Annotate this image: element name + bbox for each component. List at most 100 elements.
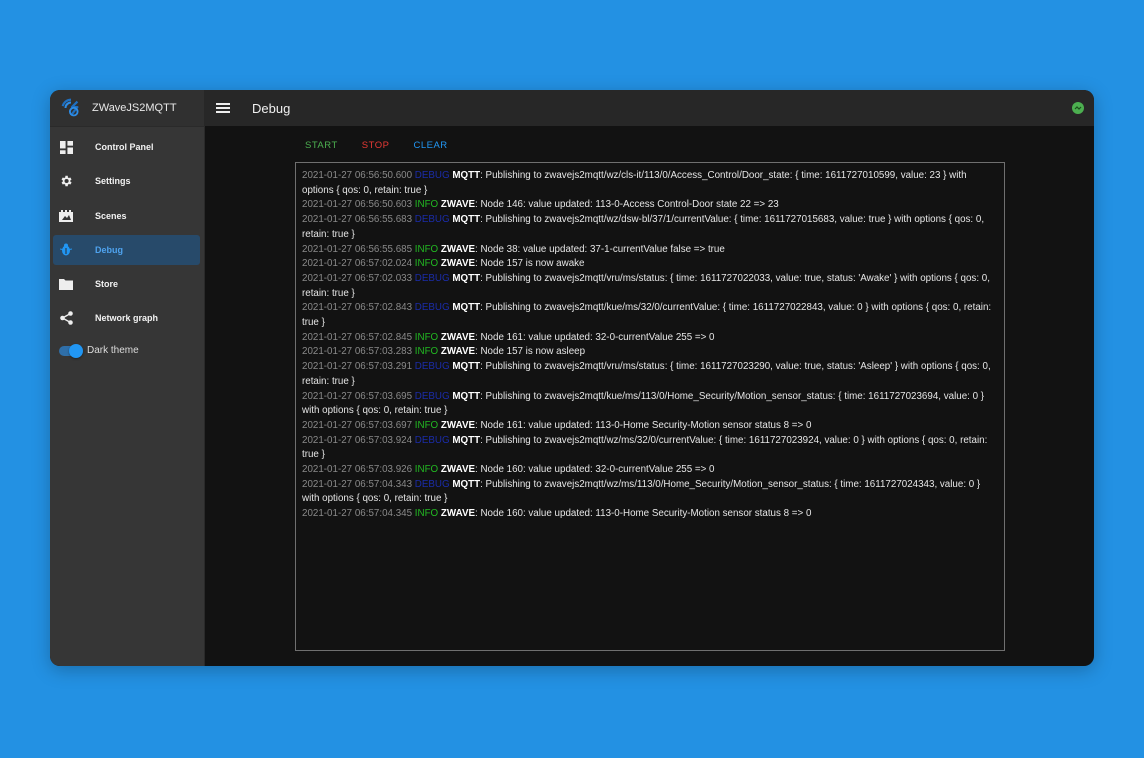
share-icon <box>59 311 73 326</box>
sidebar-item-store[interactable]: Store <box>53 269 200 299</box>
log-level: INFO <box>414 464 439 476</box>
log-module: MQTT <box>452 272 481 284</box>
log-message: : Node 157 is now asleep <box>475 346 586 358</box>
sidebar-item-debug[interactable]: Debug <box>53 234 200 265</box>
debug-log-output[interactable]: 2021-01-27 06:56:50.600 DEBUG MQTT: Publ… <box>295 162 1005 651</box>
sidebar-item-label: Network graph <box>95 313 159 324</box>
log-timestamp: 2021-01-27 06:57:02.024 <box>302 258 413 270</box>
log-line: 2021-01-27 06:57:03.283 INFO ZWAVE: Node… <box>302 345 998 360</box>
log-module: ZWAVE <box>440 258 476 270</box>
log-module: ZWAVE <box>440 464 476 476</box>
dark-theme-label: Dark theme <box>87 345 139 357</box>
sidebar-item-label: Scenes <box>95 210 127 221</box>
log-timestamp: 2021-01-27 06:57:03.695 <box>302 390 413 402</box>
log-line: 2021-01-27 06:57:03.924 DEBUG MQTT: Publ… <box>302 434 998 463</box>
log-module: ZWAVE <box>440 508 476 520</box>
log-message: : Node 146: value updated: 113-0-Access … <box>475 199 779 211</box>
log-timestamp: 2021-01-27 06:57:02.845 <box>302 331 413 343</box>
log-level: DEBUG <box>414 214 450 226</box>
brand: ZWaveJS2MQTT <box>50 90 204 127</box>
log-line: 2021-01-27 06:56:50.603 INFO ZWAVE: Node… <box>302 198 998 213</box>
log-line: 2021-01-27 06:57:03.697 INFO ZWAVE: Node… <box>302 419 998 434</box>
log-module: MQTT <box>452 390 481 402</box>
log-line: 2021-01-27 06:57:02.845 INFO ZWAVE: Node… <box>302 331 998 346</box>
log-level: DEBUG <box>414 390 450 402</box>
hamburger-menu-icon[interactable] <box>216 102 230 114</box>
log-timestamp: 2021-01-27 06:57:02.033 <box>302 272 413 284</box>
log-line: 2021-01-27 06:57:02.033 DEBUG MQTT: Publ… <box>302 272 998 301</box>
sidebar-item-scenes[interactable]: Scenes <box>53 201 200 231</box>
log-message: : Node 157 is now awake <box>475 258 585 270</box>
log-timestamp: 2021-01-27 06:57:03.697 <box>302 419 413 431</box>
log-level: DEBUG <box>414 272 450 284</box>
log-timestamp: 2021-01-27 06:56:50.600 <box>302 170 413 181</box>
connection-status-icon <box>1072 102 1084 114</box>
debug-toolbar: START STOP CLEAR <box>305 140 472 151</box>
sidebar-item-settings[interactable]: Settings <box>53 166 200 196</box>
log-level: DEBUG <box>414 434 450 446</box>
app-window: ZWaveJS2MQTT Control Panel Settings Scen… <box>50 90 1094 666</box>
sidebar-item-label: Store <box>95 279 119 290</box>
log-line: 2021-01-27 06:57:04.345 INFO ZWAVE: Node… <box>302 507 998 522</box>
sidebar-nav: Control Panel Settings Scenes Debug Stor… <box>50 127 204 333</box>
sidebar-item-control-panel[interactable]: Control Panel <box>53 132 200 162</box>
log-level: DEBUG <box>414 361 450 373</box>
log-level: INFO <box>414 243 439 255</box>
app-name: ZWaveJS2MQTT <box>92 102 177 114</box>
log-module: ZWAVE <box>440 199 476 211</box>
sidebar: ZWaveJS2MQTT Control Panel Settings Scen… <box>50 90 205 666</box>
log-message: : Node 160: value updated: 32-0-currentV… <box>475 464 715 476</box>
log-timestamp: 2021-01-27 06:57:03.926 <box>302 464 413 476</box>
log-level: INFO <box>414 346 439 358</box>
log-level: DEBUG <box>414 478 450 490</box>
start-button[interactable]: START <box>305 140 338 151</box>
dashboard-icon <box>59 140 73 154</box>
log-level: DEBUG <box>414 302 450 314</box>
log-timestamp: 2021-01-27 06:57:02.843 <box>302 302 413 314</box>
log-timestamp: 2021-01-27 06:57:03.291 <box>302 361 413 373</box>
log-line: 2021-01-27 06:57:03.695 DEBUG MQTT: Publ… <box>302 390 998 419</box>
page-title: Debug <box>252 100 291 116</box>
log-module: MQTT <box>452 434 481 446</box>
log-module: ZWAVE <box>440 346 476 358</box>
log-timestamp: 2021-01-27 06:56:50.603 <box>302 199 413 211</box>
log-timestamp: 2021-01-27 06:57:04.345 <box>302 508 413 520</box>
log-module: ZWAVE <box>440 331 476 343</box>
log-timestamp: 2021-01-27 06:57:03.924 <box>302 434 413 446</box>
dark-theme-switch[interactable] <box>59 343 83 358</box>
sidebar-item-label: Settings <box>95 176 131 187</box>
log-module: MQTT <box>452 214 481 226</box>
top-app-bar: Debug <box>204 90 1094 126</box>
log-line: 2021-01-27 06:57:02.843 DEBUG MQTT: Publ… <box>302 301 998 330</box>
bug-icon <box>59 243 73 257</box>
log-message: : Node 161: value updated: 113-0-Home Se… <box>475 419 812 431</box>
log-module: ZWAVE <box>440 419 476 431</box>
switch-knob <box>69 343 83 358</box>
log-line: 2021-01-27 06:57:02.024 INFO ZWAVE: Node… <box>302 257 998 272</box>
log-level: INFO <box>414 199 439 211</box>
stop-button[interactable]: STOP <box>362 140 390 151</box>
log-timestamp: 2021-01-27 06:57:04.343 <box>302 478 413 490</box>
log-line: 2021-01-27 06:57:04.343 DEBUG MQTT: Publ… <box>302 478 998 507</box>
log-module: MQTT <box>452 302 481 314</box>
log-level: DEBUG <box>414 170 450 181</box>
zwave-logo-icon <box>61 98 79 117</box>
sidebar-item-label: Debug <box>95 244 123 255</box>
dark-theme-toggle: Dark theme <box>59 343 204 358</box>
log-message: : Node 160: value updated: 113-0-Home Se… <box>475 508 812 520</box>
log-message: : Node 161: value updated: 32-0-currentV… <box>475 331 715 343</box>
sidebar-item-network-graph[interactable]: Network graph <box>53 303 200 333</box>
log-module: ZWAVE <box>440 243 476 255</box>
log-level: INFO <box>414 331 439 343</box>
clear-button[interactable]: CLEAR <box>413 140 447 151</box>
gear-icon <box>59 174 73 188</box>
log-line: 2021-01-27 06:56:55.683 DEBUG MQTT: Publ… <box>302 213 998 242</box>
log-module: MQTT <box>452 478 481 490</box>
log-line: 2021-01-27 06:57:03.291 DEBUG MQTT: Publ… <box>302 360 998 389</box>
log-level: INFO <box>414 508 439 520</box>
log-module: MQTT <box>452 361 481 373</box>
log-level: INFO <box>414 258 439 270</box>
scenes-icon <box>59 209 73 223</box>
log-level: INFO <box>414 419 439 431</box>
log-line: 2021-01-27 06:57:03.926 INFO ZWAVE: Node… <box>302 463 998 478</box>
